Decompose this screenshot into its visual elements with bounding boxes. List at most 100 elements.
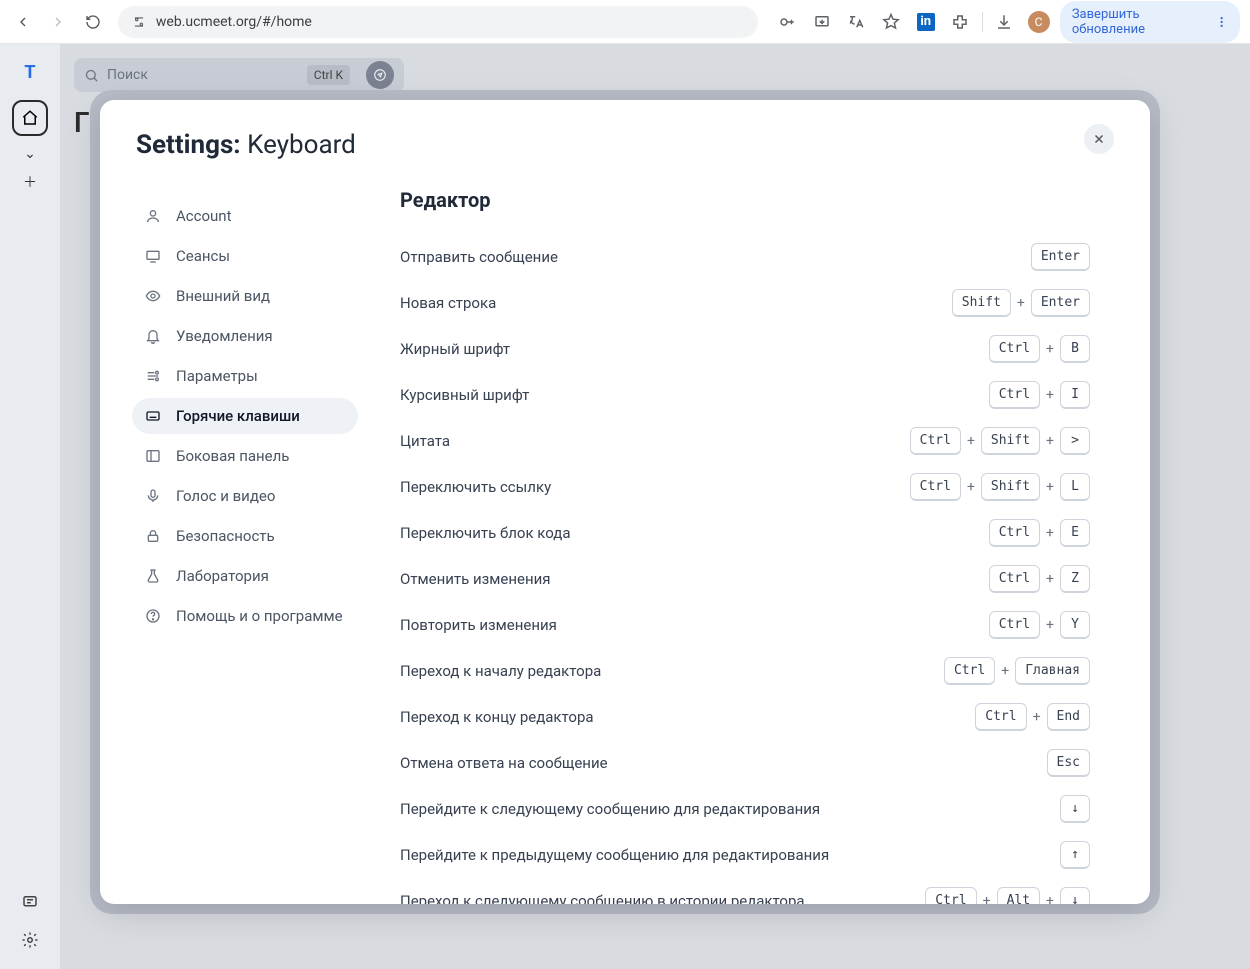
notifications-icon [144, 328, 162, 344]
shortcut-row: Перейдите к предыдущему сообщению для ре… [400, 832, 1090, 878]
bookmark-icon[interactable] [878, 8, 905, 36]
shortcut-keys: Enter [1031, 243, 1090, 271]
settings-nav-label: Лаборатория [176, 567, 269, 585]
profile-avatar[interactable]: C [1025, 8, 1052, 36]
shortcut-keys: Ctrl+End [975, 703, 1090, 731]
appearance-icon [144, 288, 162, 304]
shortcut-label: Курсивный шрифт [400, 386, 989, 404]
extensions-icon[interactable] [947, 8, 974, 36]
key-cap: Главная [1015, 657, 1090, 685]
shortcut-row: Переключить блок кодаCtrl+E [400, 510, 1090, 556]
shortcut-row: Новая строкаShift+Enter [400, 280, 1090, 326]
update-button[interactable]: Завершить обновление [1060, 1, 1240, 43]
key-cap: Enter [1031, 289, 1090, 317]
shortcut-label: Перейдите к следующему сообщению для ред… [400, 800, 1060, 818]
add-space-icon[interactable]: ＋ [23, 172, 37, 192]
settings-nav-item[interactable]: Безопасность [132, 518, 358, 554]
chevron-down-icon[interactable]: ⌄ [24, 146, 36, 162]
settings-nav-item[interactable]: Боковая панель [132, 438, 358, 474]
sidebar-icon [144, 448, 162, 464]
workspace-icon[interactable]: T [12, 54, 48, 90]
update-label: Завершить обновление [1072, 7, 1209, 37]
settings-modal: Settings: Keyboard Account Сеансы Внешний … [100, 100, 1150, 904]
help-icon [144, 608, 162, 624]
shortcut-row: Повторить измененияCtrl+Y [400, 602, 1090, 648]
password-icon[interactable] [774, 8, 801, 36]
settings-nav-item[interactable]: Голос и видео [132, 478, 358, 514]
key-separator: + [1046, 617, 1054, 633]
sessions-icon [144, 248, 162, 264]
settings-nav-label: Безопасность [176, 527, 275, 545]
shortcut-label: Отправить сообщение [400, 248, 1031, 266]
settings-nav-item[interactable]: Внешний вид [132, 278, 358, 314]
search-kbd-hint: Ctrl K [307, 65, 350, 85]
settings-content: Редактор Отправить сообщениеEnterНовая с… [370, 188, 1150, 904]
key-separator: + [1017, 295, 1025, 311]
key-cap: Ctrl [910, 473, 961, 501]
close-button[interactable] [1084, 124, 1114, 154]
translate-icon[interactable] [843, 8, 870, 36]
settings-nav-label: Сеансы [176, 247, 230, 265]
modal-header: Settings: Keyboard [100, 100, 1150, 170]
shortcut-row: Отменить измененияCtrl+Z [400, 556, 1090, 602]
key-cap: Ctrl [989, 519, 1040, 547]
shortcut-label: Повторить изменения [400, 616, 989, 634]
key-cap: Ctrl [944, 657, 995, 685]
back-button[interactable] [10, 8, 37, 36]
site-info-icon[interactable] [132, 15, 146, 29]
preferences-icon [144, 368, 162, 384]
install-app-icon[interactable] [809, 8, 836, 36]
threads-icon[interactable] [21, 893, 39, 911]
key-cap: Ctrl [989, 611, 1040, 639]
key-cap: E [1060, 519, 1090, 547]
shortcut-keys: ↑ [1060, 841, 1090, 869]
key-cap: Enter [1031, 243, 1090, 271]
key-cap: Ctrl [989, 335, 1040, 363]
modal-title: Settings: Keyboard [136, 130, 356, 160]
settings-nav-item[interactable]: Горячие клавиши [132, 398, 358, 434]
search-placeholder: Поиск [107, 67, 148, 83]
settings-nav-label: Голос и видео [176, 487, 275, 505]
key-separator: + [1033, 709, 1041, 725]
shortcut-label: Переход к следующему сообщению в истории… [400, 892, 925, 904]
shortcut-label: Отмена ответа на сообщение [400, 754, 1047, 772]
address-bar[interactable]: web.ucmeet.org/#/home [118, 6, 758, 38]
linkedin-icon[interactable]: in [912, 8, 939, 36]
shortcut-row: Переключить ссылкуCtrl+Shift+L [400, 464, 1090, 510]
settings-nav-item[interactable]: Параметры [132, 358, 358, 394]
shortcut-label: Переключить ссылку [400, 478, 910, 496]
key-cap: Esc [1047, 749, 1090, 777]
voice-icon [144, 488, 162, 504]
shortcut-row: ЦитатаCtrl+Shift+> [400, 418, 1090, 464]
settings-nav-item[interactable]: Account [132, 198, 358, 234]
forward-button[interactable] [45, 8, 72, 36]
downloads-icon[interactable] [991, 8, 1018, 36]
shortcut-row: Жирный шрифтCtrl+B [400, 326, 1090, 372]
section-title: Редактор [400, 188, 1090, 212]
settings-gear-icon[interactable] [21, 931, 39, 949]
settings-nav-label: Помощь и о программе [176, 607, 343, 625]
settings-nav-label: Горячие клавиши [176, 407, 300, 425]
shortcut-row: Отмена ответа на сообщениеEsc [400, 740, 1090, 786]
settings-nav-item[interactable]: Сеансы [132, 238, 358, 274]
settings-nav-label: Боковая панель [176, 447, 289, 465]
key-cap: I [1060, 381, 1090, 409]
shortcut-list: Отправить сообщениеEnterНовая строкаShif… [400, 234, 1090, 904]
key-cap: Shift [981, 473, 1040, 501]
settings-nav-item[interactable]: Помощь и о программе [132, 598, 358, 634]
key-cap: Shift [952, 289, 1011, 317]
key-separator: + [1046, 525, 1054, 541]
reload-button[interactable] [79, 8, 106, 36]
shortcut-label: Цитата [400, 432, 910, 450]
key-separator: + [1046, 341, 1054, 357]
compass-icon[interactable] [366, 61, 394, 89]
home-icon[interactable] [12, 100, 48, 136]
key-separator: + [983, 893, 991, 904]
key-separator: + [1001, 663, 1009, 679]
settings-nav-label: Параметры [176, 367, 258, 385]
key-cap: Ctrl [975, 703, 1026, 731]
settings-nav-item[interactable]: Уведомления [132, 318, 358, 354]
search-input[interactable]: Поиск Ctrl K [74, 58, 404, 92]
shortcut-label: Жирный шрифт [400, 340, 989, 358]
settings-nav-item[interactable]: Лаборатория [132, 558, 358, 594]
